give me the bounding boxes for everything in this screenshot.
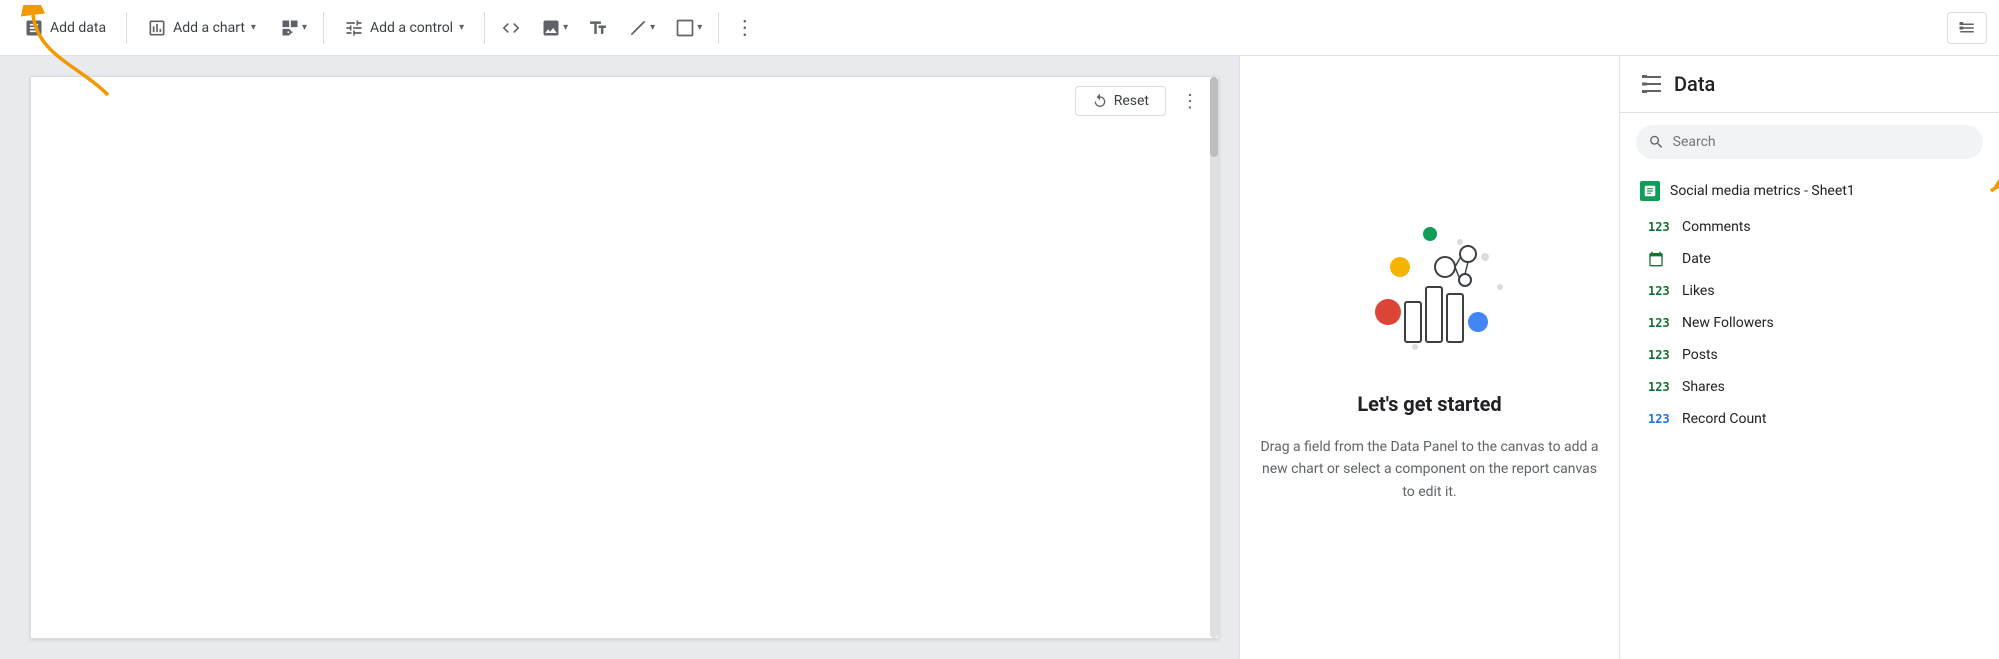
reset-icon	[1092, 93, 1108, 109]
field-type-icon-likes: 123	[1648, 284, 1672, 298]
image-icon	[541, 18, 561, 38]
main-content: Reset ⋮	[0, 56, 1999, 659]
shape-button[interactable]: ▾	[667, 12, 710, 44]
canvas-top-bar: Reset ⋮	[31, 77, 1218, 125]
source-arrow-annotation	[1979, 161, 1999, 221]
view-toggle-icon	[1958, 19, 1976, 37]
field-type-icon-shares: 123	[1648, 380, 1672, 394]
data-source-name: Social media metrics - Sheet1	[1670, 183, 1855, 199]
more-options-button[interactable]: ⋮	[727, 10, 763, 46]
canvas-kebab-button[interactable]: ⋮	[1174, 85, 1206, 117]
search-box[interactable]	[1636, 125, 1983, 159]
embed-icon	[501, 18, 521, 38]
field-type-icon-comments: 123	[1648, 220, 1672, 234]
center-panel: Let's get started Drag a field from the …	[1239, 56, 1619, 659]
field-type-icon-new-followers: 123	[1648, 316, 1672, 330]
add-chart-icon	[147, 18, 167, 38]
component-button[interactable]: ▾	[272, 12, 315, 44]
add-data-button[interactable]: Add data	[12, 12, 118, 44]
component-icon	[280, 18, 300, 38]
field-item-posts[interactable]: 123 Posts	[1620, 339, 1999, 371]
add-data-icon	[24, 18, 44, 38]
toolbar-divider-2	[323, 12, 324, 44]
data-panel: Data Social media metrics - Sheet1	[1619, 56, 1999, 659]
field-name-new-followers: New Followers	[1682, 315, 1774, 331]
toolbar: Add data Add a chart ▾ ▾ Add a control ▾	[0, 0, 1999, 56]
field-name-comments: Comments	[1682, 219, 1751, 235]
canvas-scrollbar[interactable]	[1210, 77, 1218, 638]
fields-list: 123 Comments Date 123 Likes 123 New	[1620, 211, 1999, 435]
add-chart-dropdown-arrow: ▾	[251, 22, 256, 33]
line-dropdown-arrow: ▾	[650, 22, 655, 33]
line-icon	[628, 18, 648, 38]
add-control-dropdown-arrow: ▾	[459, 22, 464, 33]
field-item-new-followers[interactable]: 123 New Followers	[1620, 307, 1999, 339]
canvas-area: Reset ⋮	[0, 56, 1239, 659]
shape-dropdown-arrow: ▾	[697, 22, 702, 33]
canvas[interactable]: Reset ⋮	[30, 76, 1219, 639]
add-control-icon	[344, 18, 364, 38]
field-item-record-count[interactable]: 123 Record Count	[1620, 403, 1999, 435]
chart-illustration	[1350, 212, 1510, 372]
data-panel-title: Data	[1674, 72, 1715, 96]
illustration-svg	[1350, 212, 1510, 372]
search-icon	[1648, 133, 1665, 151]
line-button[interactable]: ▾	[620, 12, 663, 44]
toolbar-divider-1	[126, 12, 127, 44]
image-dropdown-arrow: ▾	[563, 22, 568, 33]
data-panel-header: Data	[1620, 56, 1999, 113]
field-item-likes[interactable]: 123 Likes	[1620, 275, 1999, 307]
text-button[interactable]	[580, 10, 616, 46]
lets-get-started-description: Drag a field from the Data Panel to the …	[1260, 436, 1599, 503]
field-type-icon-posts: 123	[1648, 348, 1672, 362]
field-item-shares[interactable]: 123 Shares	[1620, 371, 1999, 403]
reset-button[interactable]: Reset	[1075, 86, 1166, 116]
shape-icon	[675, 18, 695, 38]
lets-get-started-heading: Let's get started	[1357, 392, 1501, 416]
field-item-date[interactable]: Date	[1620, 243, 1999, 275]
field-name-shares: Shares	[1682, 379, 1725, 395]
toolbar-divider-4	[718, 12, 719, 44]
field-type-icon-date	[1648, 251, 1672, 267]
embed-button[interactable]	[493, 10, 529, 46]
data-source-item[interactable]: Social media metrics - Sheet1	[1620, 171, 1999, 211]
add-control-button[interactable]: Add a control ▾	[332, 12, 476, 44]
add-chart-button[interactable]: Add a chart ▾	[135, 12, 268, 44]
field-name-date: Date	[1682, 251, 1711, 267]
sheets-icon	[1640, 181, 1660, 201]
text-icon	[588, 18, 608, 38]
field-type-icon-record-count: 123	[1648, 412, 1672, 426]
field-name-likes: Likes	[1682, 283, 1715, 299]
view-toggle-button[interactable]	[1947, 12, 1987, 44]
field-name-record-count: Record Count	[1682, 411, 1766, 427]
field-item-comments[interactable]: 123 Comments	[1620, 211, 1999, 243]
image-button[interactable]: ▾	[533, 12, 576, 44]
canvas-scrollbar-thumb	[1210, 77, 1218, 157]
component-dropdown-arrow: ▾	[302, 22, 307, 33]
data-panel-header-icon	[1640, 72, 1664, 96]
search-input[interactable]	[1673, 134, 1971, 150]
toolbar-divider-3	[484, 12, 485, 44]
field-name-posts: Posts	[1682, 347, 1718, 363]
